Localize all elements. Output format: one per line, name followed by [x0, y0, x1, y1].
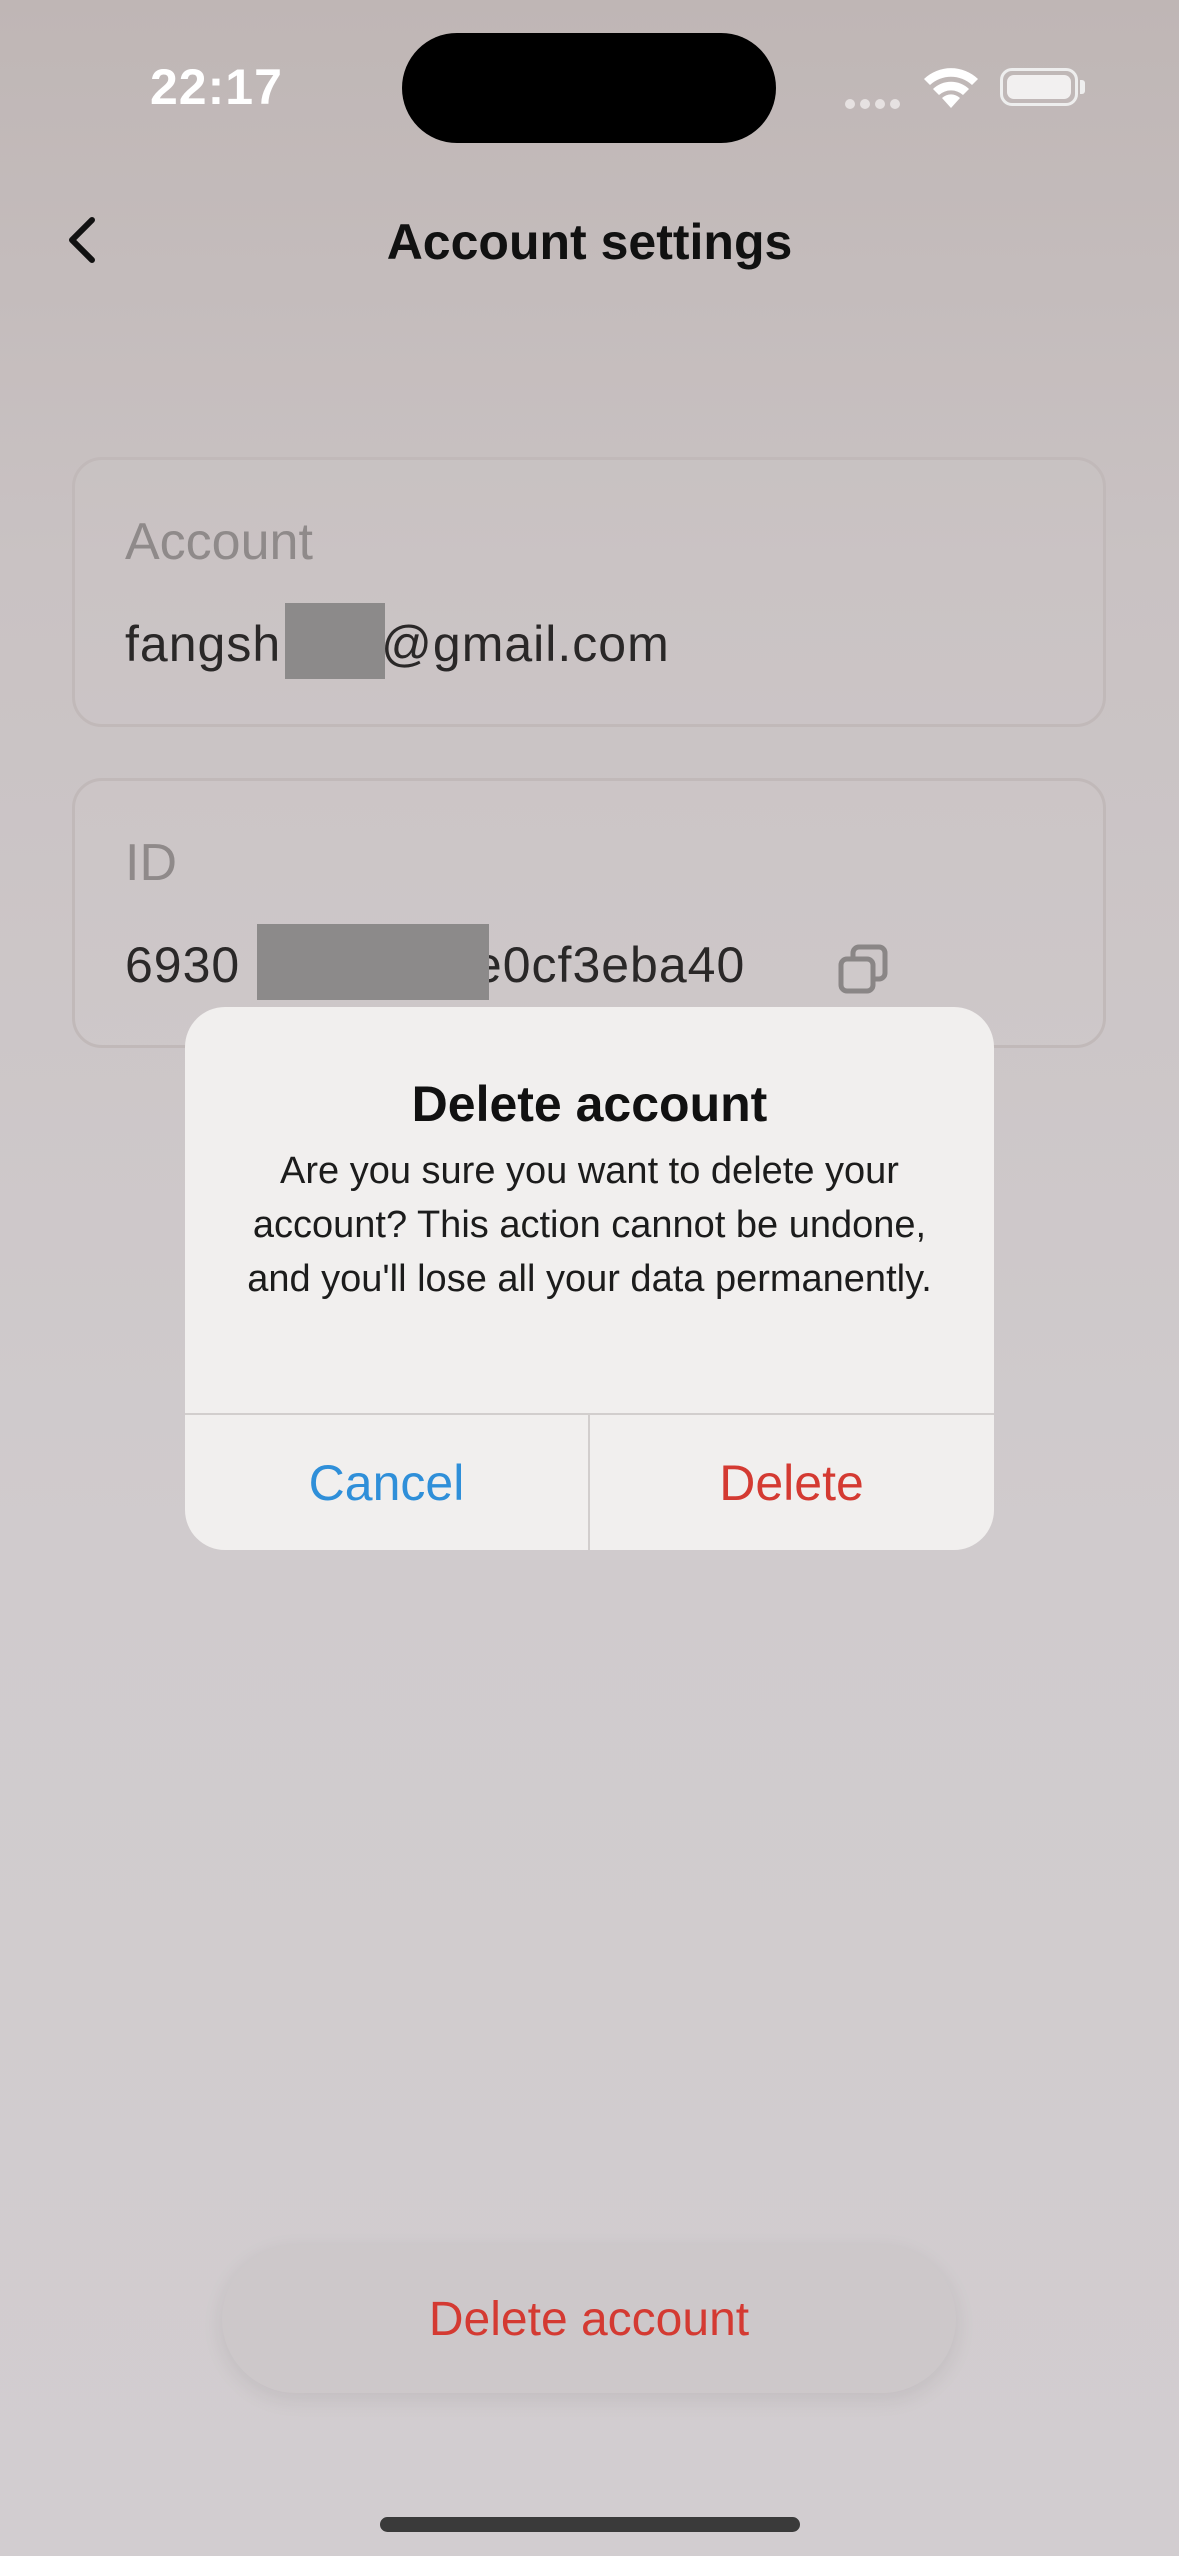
- redaction-block: [285, 603, 385, 679]
- redaction-block: [257, 924, 489, 1000]
- wifi-icon: [924, 68, 978, 108]
- delete-account-dialog: Delete account Are you sure you want to …: [185, 1007, 994, 1550]
- confirm-delete-button[interactable]: Delete: [590, 1415, 993, 1550]
- nav-bar: Account settings: [0, 180, 1179, 300]
- status-time: 22:17: [150, 59, 283, 115]
- account-label: Account: [125, 513, 313, 571]
- page-title: Account settings: [386, 214, 793, 270]
- account-email-suffix: @gmail.com: [381, 616, 670, 672]
- dialog-message: Are you sure you want to delete your acc…: [247, 1150, 932, 1300]
- dynamic-island: [402, 33, 776, 143]
- copy-icon[interactable]: [835, 941, 891, 997]
- cellular-signal-icon: [845, 96, 905, 109]
- id-label: ID: [125, 834, 177, 892]
- id-value-prefix: 6930: [125, 937, 241, 993]
- dialog-title: Delete account: [411, 1076, 768, 1132]
- battery-tip: [1080, 80, 1085, 94]
- account-card: Account fangsh @gmail.com: [72, 457, 1106, 727]
- battery-icon: [1000, 68, 1078, 106]
- account-email: fangsh @gmail.com: [125, 615, 670, 673]
- home-indicator: [380, 2517, 800, 2532]
- delete-account-button[interactable]: Delete account: [222, 2245, 956, 2393]
- cancel-button[interactable]: Cancel: [185, 1415, 588, 1550]
- account-email-prefix: fangsh: [125, 616, 282, 672]
- status-bar: 22:17: [0, 0, 1179, 180]
